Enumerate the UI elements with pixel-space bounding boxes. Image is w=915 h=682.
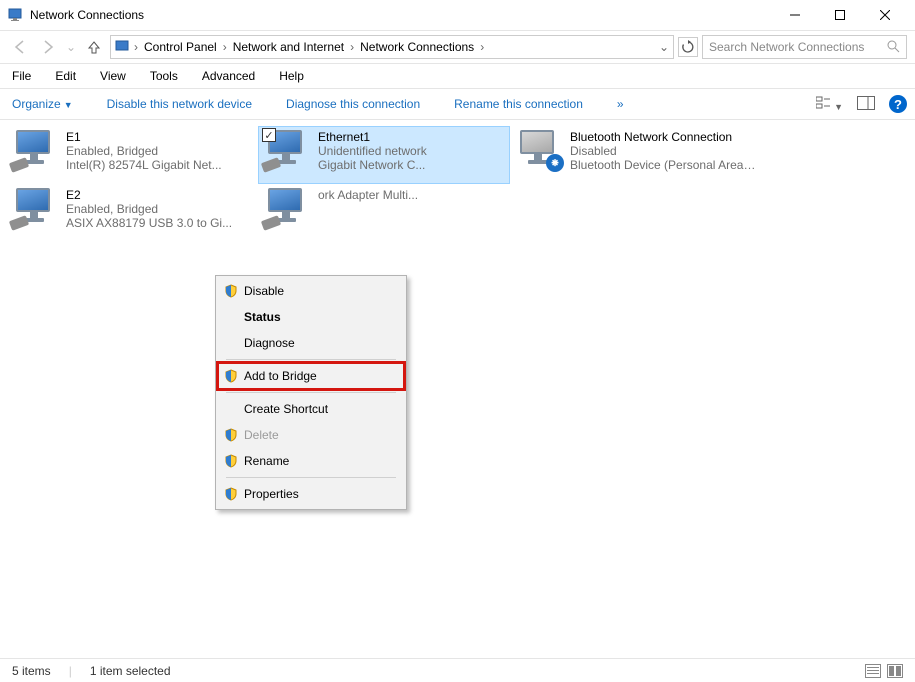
network-adapter-icon: ✓	[264, 130, 312, 172]
context-menu-label: Status	[244, 310, 281, 324]
uac-shield-icon	[224, 454, 238, 468]
connection-status: Enabled, Bridged	[66, 144, 222, 158]
connection-name: Bluetooth Network Connection	[570, 130, 756, 144]
toolbar: Organize▼ Disable this network device Di…	[0, 88, 915, 120]
preview-pane-icon[interactable]	[857, 96, 875, 113]
menu-separator	[226, 392, 396, 393]
network-adapter-icon: ⁕	[516, 130, 564, 172]
menu-edit[interactable]: Edit	[51, 67, 80, 85]
back-button[interactable]	[8, 35, 32, 59]
large-icons-view-icon[interactable]	[887, 664, 903, 678]
connection-item[interactable]: E2 Enabled, Bridged ASIX AX88179 USB 3.0…	[6, 184, 258, 242]
refresh-button[interactable]	[678, 37, 698, 57]
context-menu-add-to-bridge[interactable]: Add to Bridge	[218, 363, 404, 389]
connection-device: Intel(R) 82574L Gigabit Net...	[66, 158, 222, 172]
connection-name: E2	[66, 188, 232, 202]
search-placeholder: Search Network Connections	[709, 40, 864, 54]
context-menu-rename[interactable]: Rename	[218, 448, 404, 474]
recent-dropdown[interactable]: ⌄	[64, 35, 78, 59]
connection-name: Ethernet1	[318, 130, 427, 144]
details-view-icon[interactable]	[865, 664, 881, 678]
uac-shield-icon	[224, 487, 238, 501]
chevron-right-icon: ›	[134, 40, 138, 54]
uac-shield-icon	[224, 369, 238, 383]
forward-button[interactable]	[36, 35, 60, 59]
context-menu-delete: Delete	[218, 422, 404, 448]
network-adapter-icon	[12, 130, 60, 172]
minimize-button[interactable]	[772, 1, 817, 29]
organize-button[interactable]: Organize▼	[8, 95, 77, 113]
status-selected-count: 1 item selected	[90, 664, 171, 678]
context-menu-label: Disable	[244, 284, 284, 298]
menu-help[interactable]: Help	[275, 67, 308, 85]
breadcrumb-control-panel[interactable]: Control Panel	[141, 40, 220, 54]
status-bar: 5 items | 1 item selected	[0, 658, 915, 682]
connection-status: Unidentified network	[318, 144, 427, 158]
title-bar: Network Connections	[0, 0, 915, 30]
address-bar[interactable]: › Control Panel › Network and Internet ›…	[110, 35, 674, 59]
uac-shield-icon	[224, 428, 238, 442]
menu-file[interactable]: File	[8, 67, 35, 85]
window-title: Network Connections	[30, 8, 772, 22]
address-dropdown-icon[interactable]: ⌄	[659, 40, 669, 54]
context-menu-label: Diagnose	[244, 336, 295, 350]
connection-item[interactable]: ⁕ Bluetooth Network Connection Disabled …	[510, 126, 762, 184]
menu-bar: File Edit View Tools Advanced Help	[0, 64, 915, 88]
disable-device-button[interactable]: Disable this network device	[103, 95, 256, 113]
connection-status: Disabled	[570, 144, 756, 158]
connection-device: Bluetooth Device (Personal Area ...	[570, 158, 756, 172]
breadcrumb-network-internet[interactable]: Network and Internet	[230, 40, 347, 54]
context-menu-label: Rename	[244, 454, 289, 468]
context-menu-status[interactable]: Status	[218, 304, 404, 330]
address-icon	[115, 38, 131, 57]
connection-name: E1	[66, 130, 222, 144]
network-adapter-icon	[12, 188, 60, 230]
search-input[interactable]: Search Network Connections	[702, 35, 907, 59]
context-menu-label: Properties	[244, 487, 299, 501]
menu-separator	[226, 359, 396, 360]
up-button[interactable]	[82, 35, 106, 59]
menu-separator	[226, 477, 396, 478]
chevron-right-icon: ›	[350, 40, 354, 54]
view-options-icon[interactable]: ▼	[816, 96, 843, 113]
context-menu-label: Create Shortcut	[244, 402, 328, 416]
help-button[interactable]: ?	[889, 95, 907, 113]
menu-view[interactable]: View	[96, 67, 130, 85]
connection-item[interactable]: E1 Enabled, Bridged Intel(R) 82574L Giga…	[6, 126, 258, 184]
menu-advanced[interactable]: Advanced	[198, 67, 259, 85]
connection-device: Gigabit Network C...	[318, 158, 427, 172]
connection-device: ASIX AX88179 USB 3.0 to Gi...	[66, 216, 232, 230]
content-area: E1 Enabled, Bridged Intel(R) 82574L Giga…	[0, 120, 915, 655]
connection-item[interactable]: ✓ Ethernet1 Unidentified network Gigabit…	[258, 126, 510, 184]
uac-shield-icon	[224, 284, 238, 298]
window-icon	[8, 7, 24, 23]
toolbar-more-button[interactable]: »	[613, 95, 628, 113]
navigation-bar: ⌄ › Control Panel › Network and Internet…	[0, 30, 915, 64]
connection-status: Enabled, Bridged	[66, 202, 232, 216]
diagnose-connection-button[interactable]: Diagnose this connection	[282, 95, 424, 113]
context-menu-label: Add to Bridge	[244, 369, 317, 383]
context-menu-label: Delete	[244, 428, 279, 442]
context-menu-disable[interactable]: Disable	[218, 278, 404, 304]
context-menu: Disable Status Diagnose Add to Bridge Create…	[215, 275, 407, 510]
maximize-button[interactable]	[817, 1, 862, 29]
status-item-count: 5 items	[12, 664, 51, 678]
context-menu-diagnose[interactable]: Diagnose	[218, 330, 404, 356]
breadcrumb-network-connections[interactable]: Network Connections	[357, 40, 477, 54]
chevron-right-icon: ›	[223, 40, 227, 54]
connection-item[interactable]: ork Adapter Multi...	[258, 184, 510, 242]
menu-tools[interactable]: Tools	[146, 67, 182, 85]
chevron-right-icon: ›	[480, 40, 484, 54]
rename-connection-button[interactable]: Rename this connection	[450, 95, 587, 113]
search-icon	[886, 39, 900, 56]
close-button[interactable]	[862, 1, 907, 29]
context-menu-create-shortcut[interactable]: Create Shortcut	[218, 396, 404, 422]
context-menu-properties[interactable]: Properties	[218, 481, 404, 507]
